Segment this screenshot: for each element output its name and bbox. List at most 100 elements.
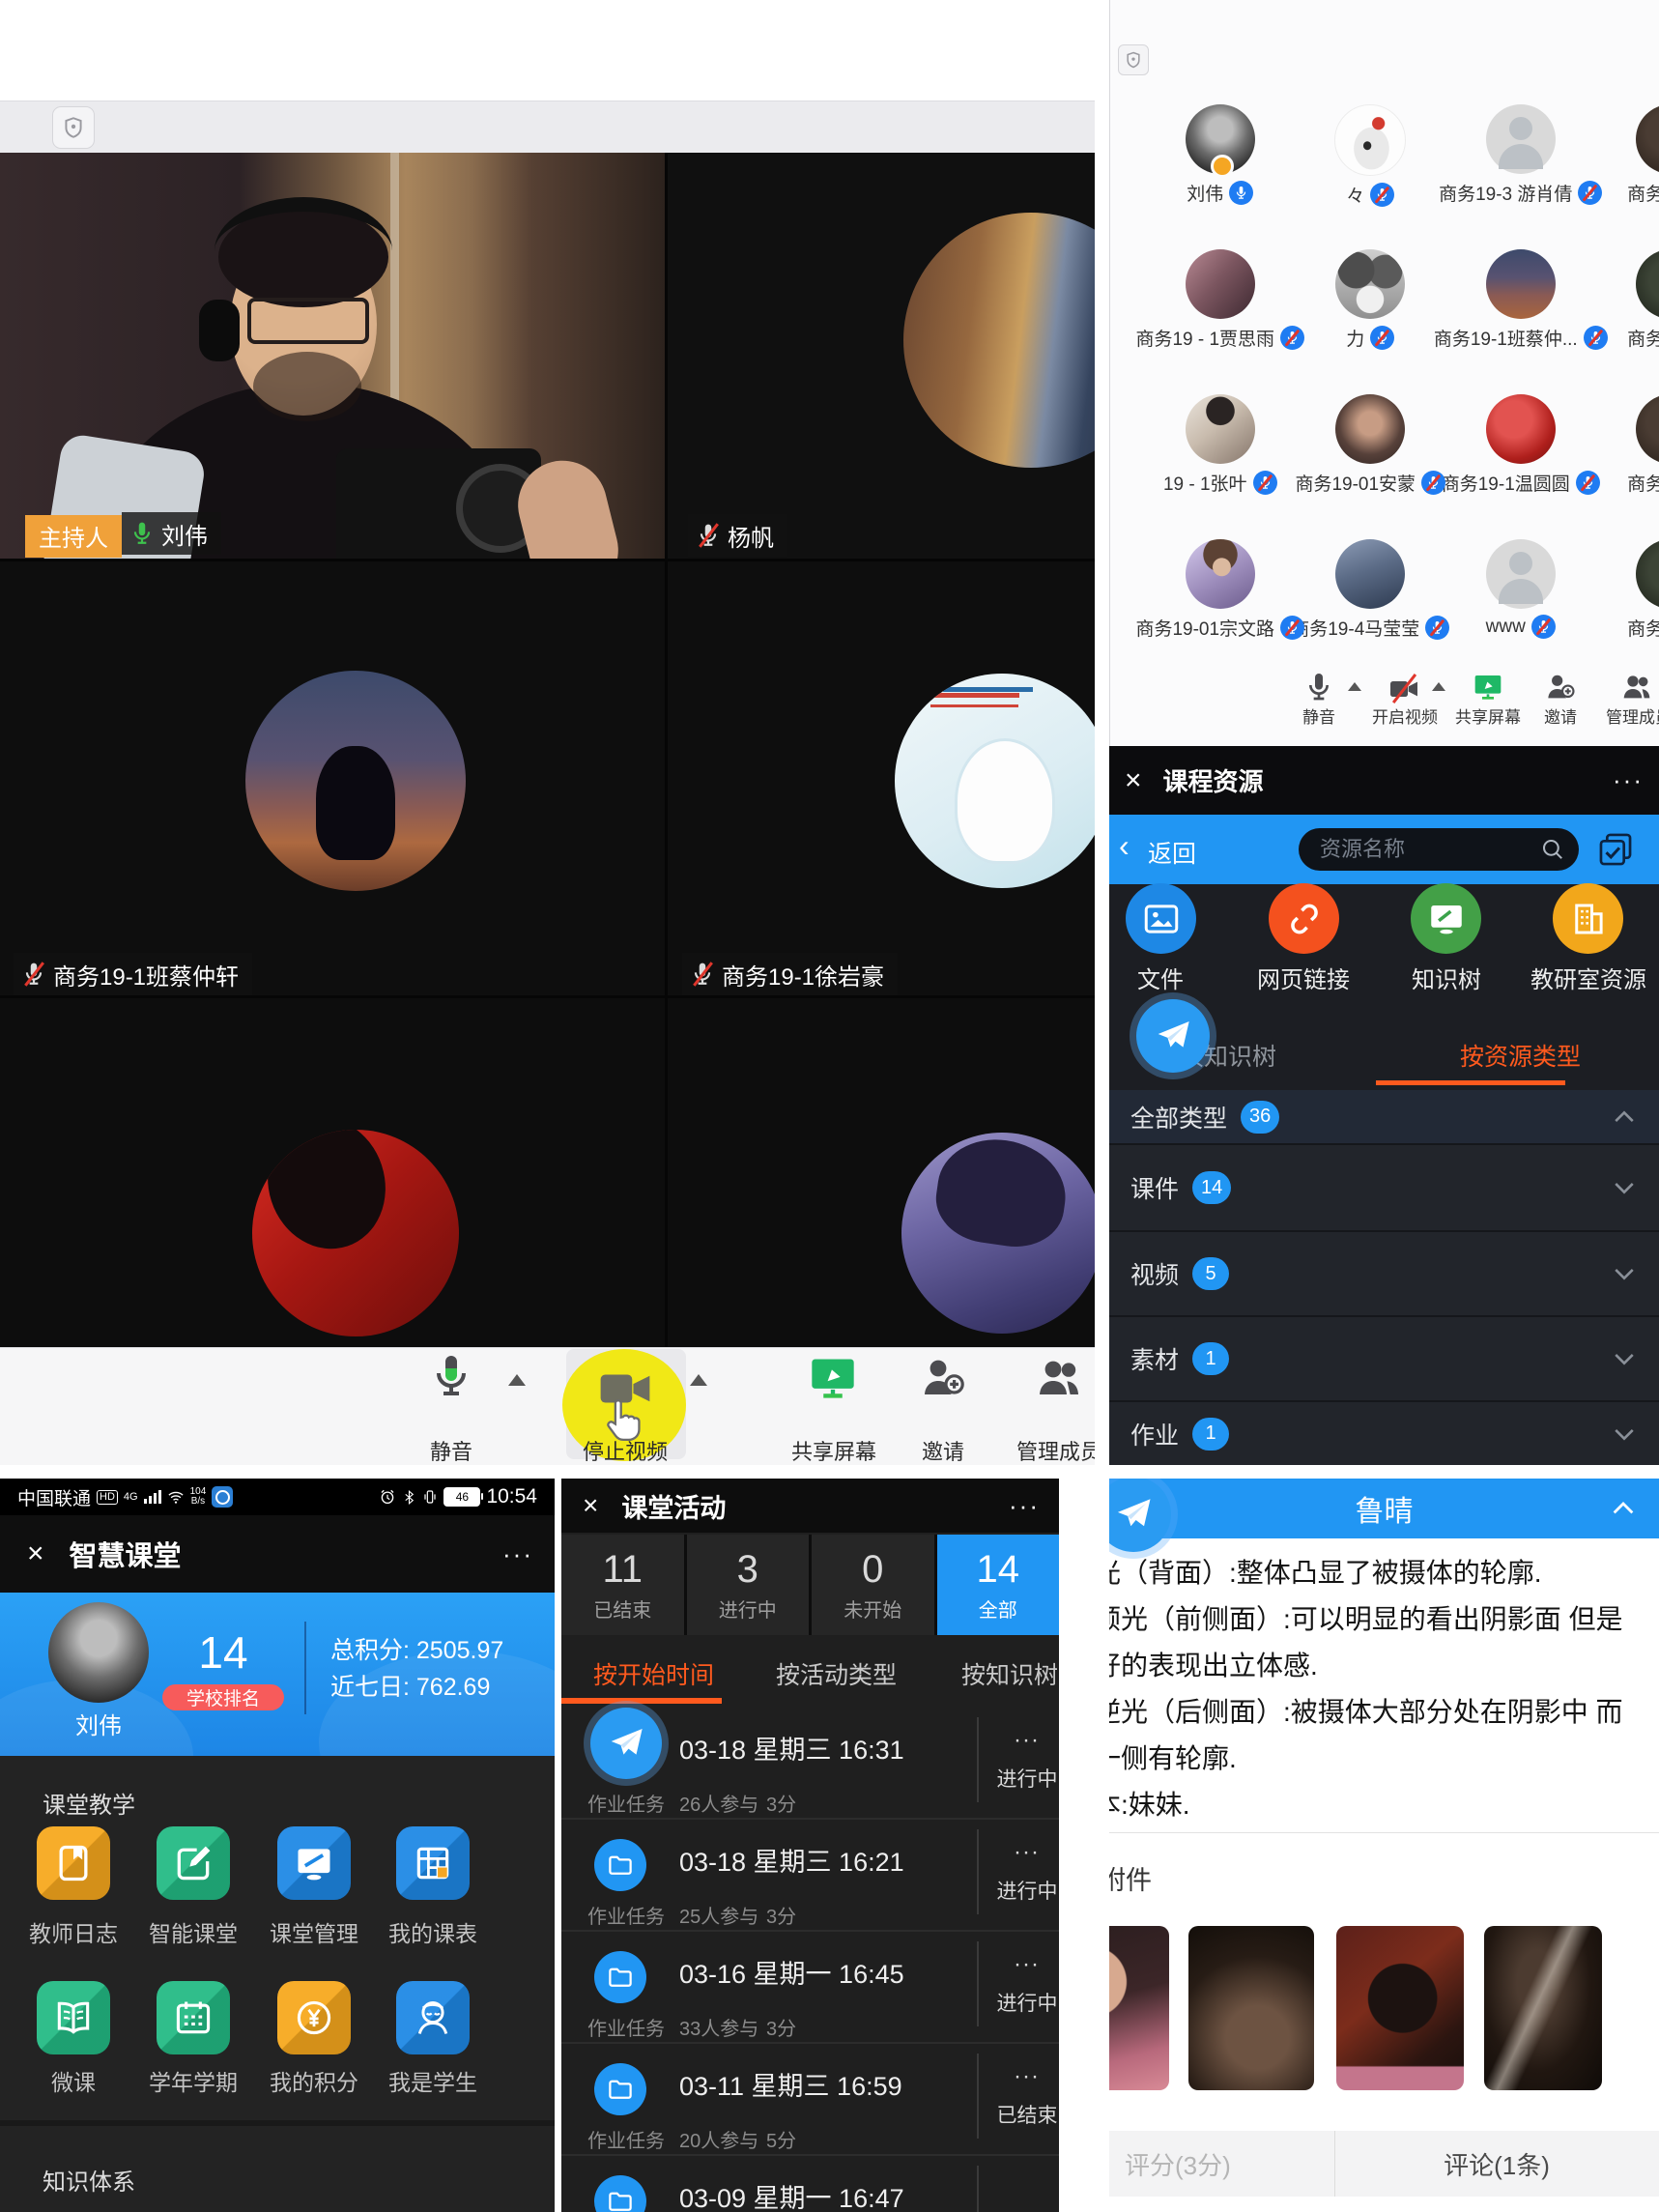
mic-muted-icon[interactable] bbox=[1531, 615, 1556, 639]
category-row[interactable]: 素材 1 bbox=[1109, 1317, 1659, 1402]
participant[interactable]: 19 - 1张叶 bbox=[1145, 387, 1296, 531]
knowledge-tree-label[interactable]: 知识树 bbox=[1410, 961, 1483, 994]
chevron-down-icon[interactable] bbox=[1611, 1174, 1638, 1201]
participant[interactable]: 商务19-3 游肖倩 bbox=[1445, 97, 1596, 242]
more-icon[interactable]: ··· bbox=[1014, 1839, 1040, 1866]
app-label[interactable]: 我是学生 bbox=[360, 2064, 505, 2097]
close-icon[interactable]: × bbox=[583, 1490, 598, 1521]
app-teacher-journal[interactable] bbox=[37, 1826, 110, 1900]
mic-muted-icon[interactable] bbox=[1280, 326, 1304, 350]
category-row[interactable]: 作业 1 bbox=[1109, 1402, 1659, 1465]
tab-by-start-time[interactable]: 按开始时间 bbox=[593, 1656, 714, 1691]
mic-options-arrow[interactable] bbox=[1348, 682, 1361, 691]
participant[interactable]: 商务19-1班蔡仲... bbox=[1445, 242, 1596, 387]
shield-icon[interactable] bbox=[1118, 44, 1149, 75]
participant[interactable]: 力 bbox=[1296, 242, 1446, 387]
participant[interactable]: 商务19 bbox=[1596, 97, 1659, 242]
mic-muted-icon[interactable] bbox=[1421, 471, 1445, 495]
mute-label[interactable]: 静音 bbox=[417, 1435, 485, 1465]
mic-on-icon[interactable] bbox=[1229, 181, 1253, 205]
office-resources-shortcut[interactable] bbox=[1553, 883, 1623, 954]
app-i-am-student[interactable] bbox=[396, 1981, 470, 2054]
mute-button[interactable] bbox=[428, 1353, 474, 1399]
attachment-photo[interactable] bbox=[1336, 1926, 1464, 2090]
search-input[interactable] bbox=[1318, 836, 1540, 863]
more-icon[interactable]: ··· bbox=[1014, 1727, 1040, 1754]
participant[interactable]: 商务19-01宗文路 bbox=[1145, 531, 1296, 676]
video-tile[interactable] bbox=[668, 153, 1095, 559]
stat-ongoing[interactable]: 3进行中 bbox=[687, 1535, 810, 1635]
chevron-down-icon[interactable] bbox=[1611, 1345, 1638, 1372]
share-screen-label[interactable]: 共享屏幕 bbox=[790, 1435, 877, 1465]
stat-not-started[interactable]: 0未开始 bbox=[812, 1535, 934, 1635]
more-icon[interactable]: ··· bbox=[502, 1539, 533, 1569]
mic-muted-icon[interactable] bbox=[1370, 183, 1394, 207]
invite-button[interactable] bbox=[1545, 672, 1576, 703]
participant[interactable]: 商务19 bbox=[1596, 531, 1659, 676]
search-icon[interactable] bbox=[1540, 837, 1565, 862]
video-options-arrow[interactable] bbox=[690, 1374, 707, 1386]
tab-by-knowledge-tree[interactable]: 按知识树 bbox=[961, 1656, 1058, 1691]
app-my-timetable[interactable] bbox=[396, 1826, 470, 1900]
mic-options-arrow[interactable] bbox=[508, 1374, 526, 1386]
floating-send-button[interactable] bbox=[1109, 1479, 1171, 1552]
category-row[interactable]: 视频 5 bbox=[1109, 1232, 1659, 1317]
app-micro-course[interactable] bbox=[37, 1981, 110, 2054]
video-tile[interactable] bbox=[0, 998, 665, 1347]
category-row[interactable]: 全部类型 36 bbox=[1109, 1090, 1659, 1145]
knowledge-tree-shortcut[interactable] bbox=[1411, 883, 1481, 954]
app-class-manage[interactable] bbox=[277, 1826, 351, 1900]
close-icon[interactable]: × bbox=[27, 1537, 44, 1570]
participant[interactable]: 商务19 bbox=[1596, 242, 1659, 387]
more-icon[interactable]: ··· bbox=[1014, 1951, 1040, 1978]
tab-by-resource-type[interactable]: 按资源类型 bbox=[1460, 1038, 1581, 1073]
start-video-label[interactable]: 开启视频 bbox=[1371, 704, 1439, 728]
back-button[interactable]: 返回 bbox=[1148, 835, 1196, 870]
more-icon[interactable]: ··· bbox=[1009, 1491, 1040, 1521]
multi-select-icon[interactable] bbox=[1597, 831, 1634, 868]
app-my-points[interactable] bbox=[277, 1981, 351, 2054]
participant[interactable]: 商务19-01安蒙 bbox=[1296, 387, 1446, 531]
share-screen-button[interactable] bbox=[808, 1353, 858, 1403]
invite-button[interactable] bbox=[920, 1355, 966, 1401]
mic-muted-icon[interactable] bbox=[1253, 471, 1277, 495]
mic-muted-icon[interactable] bbox=[1576, 471, 1600, 495]
mute-label[interactable]: 静音 bbox=[1290, 704, 1348, 728]
manage-members-label[interactable]: 管理成员 bbox=[1606, 704, 1659, 728]
video-tile-host[interactable] bbox=[0, 153, 665, 559]
mic-muted-icon[interactable] bbox=[1370, 326, 1394, 350]
participant[interactable]: 々 bbox=[1296, 97, 1446, 242]
activity-item[interactable]: 03-16 星期一 16:45 作业任务 33人参与 3分 ··· 进行中 bbox=[561, 1930, 1059, 2044]
activity-item[interactable]: 03-09 星期一 16:47 bbox=[561, 2154, 1059, 2212]
mic-muted-icon[interactable] bbox=[1280, 616, 1304, 640]
invite-label[interactable]: 邀请 bbox=[920, 1435, 966, 1465]
files-label[interactable]: 文件 bbox=[1131, 961, 1189, 994]
start-video-button[interactable] bbox=[1388, 674, 1419, 704]
weblink-shortcut[interactable] bbox=[1269, 883, 1339, 954]
attachment-photo[interactable] bbox=[1188, 1926, 1314, 2090]
category-row[interactable]: 课件 14 bbox=[1109, 1145, 1659, 1232]
search-box[interactable] bbox=[1299, 828, 1579, 871]
activity-item[interactable]: 03-11 星期三 16:59 作业任务 20人参与 5分 ··· 已结束 bbox=[561, 2042, 1059, 2156]
more-icon[interactable]: ··· bbox=[1014, 2063, 1040, 2090]
office-resources-label[interactable]: 教研室资源 bbox=[1530, 961, 1647, 994]
video-options-arrow[interactable] bbox=[1432, 682, 1445, 691]
app-smart-class[interactable] bbox=[157, 1826, 230, 1900]
manage-members-button[interactable] bbox=[1621, 672, 1652, 703]
app-label[interactable]: 我的课表 bbox=[360, 1915, 505, 1948]
files-shortcut[interactable] bbox=[1126, 883, 1196, 954]
more-icon[interactable]: ··· bbox=[1613, 765, 1644, 795]
profile-card[interactable]: 刘伟 14 学校排名 总积分: 2505.97 近七日: 762.69 bbox=[0, 1593, 555, 1756]
chevron-down-icon[interactable] bbox=[1611, 1421, 1638, 1448]
participant[interactable]: www bbox=[1445, 531, 1596, 676]
video-tile[interactable] bbox=[668, 998, 1095, 1347]
invite-label[interactable]: 邀请 bbox=[1544, 704, 1577, 728]
chevron-up-icon[interactable] bbox=[1611, 1104, 1638, 1131]
close-icon[interactable]: × bbox=[1125, 764, 1142, 797]
activity-item[interactable]: 03-18 星期三 16:21 作业任务 25人参与 3分 ··· 进行中 bbox=[561, 1818, 1059, 1932]
share-screen-label[interactable]: 共享屏幕 bbox=[1454, 704, 1522, 728]
comments-tab[interactable]: 评论(1条) bbox=[1334, 2146, 1659, 2182]
weblink-label[interactable]: 网页链接 bbox=[1255, 961, 1352, 994]
attachment-photo[interactable] bbox=[1484, 1926, 1602, 2090]
participant[interactable]: 商务19 - 1贾思雨 bbox=[1145, 242, 1296, 387]
